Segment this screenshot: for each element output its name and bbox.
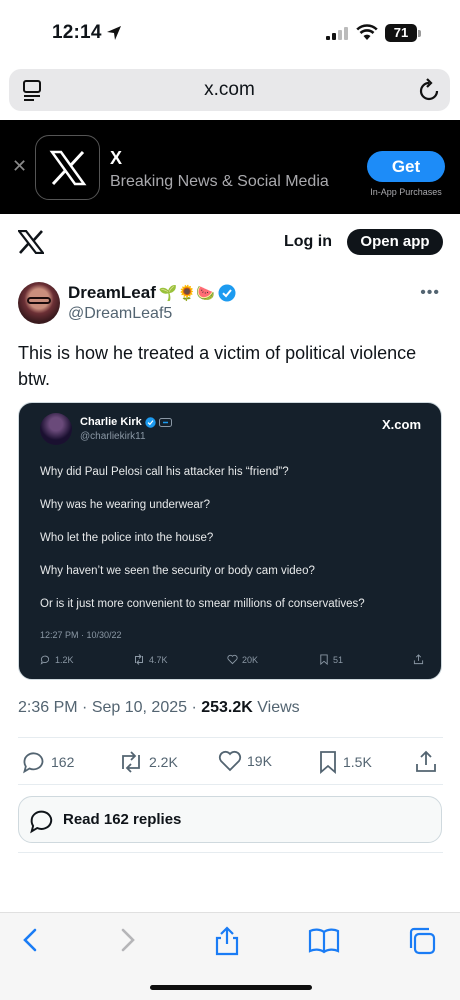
close-icon[interactable]: ✕ <box>12 156 27 177</box>
share-icon[interactable] <box>213 926 241 956</box>
wifi-icon <box>356 24 378 40</box>
share-icon <box>416 750 436 772</box>
display-name-text: DreamLeaf <box>68 283 156 302</box>
app-name: X <box>110 148 123 168</box>
heart-icon <box>227 654 238 665</box>
quoted-share-stat <box>413 654 424 665</box>
open-app-button[interactable]: Open app <box>347 229 443 255</box>
more-options-icon[interactable]: ••• <box>420 284 440 302</box>
tweet-date: Sep 10, 2025 <box>91 699 188 716</box>
x-logo-icon[interactable] <box>18 230 44 254</box>
status-time: 12:14 <box>52 22 102 43</box>
like-count: 19K <box>247 753 272 769</box>
status-bar: 12:14 71 <box>0 0 460 64</box>
quoted-tweet-card[interactable]: Charlie Kirk @charliekirk11 X.com Why di… <box>18 402 442 680</box>
affiliate-badge-icon <box>158 417 172 427</box>
battery-cap <box>418 30 421 37</box>
cellular-signal-icon <box>326 27 348 40</box>
share-button[interactable] <box>414 750 438 774</box>
display-name[interactable]: DreamLeaf 🌱🌻🍉 <box>68 283 236 303</box>
quoted-name: Charlie Kirk <box>80 416 172 428</box>
reply-icon <box>40 655 50 665</box>
avatar[interactable] <box>18 282 60 324</box>
tweet-text: This is how he treated a victim of polit… <box>18 343 417 389</box>
quoted-brand: X.com <box>381 417 421 432</box>
user-handle[interactable]: @DreamLeaf5 <box>68 305 172 323</box>
tabs-icon[interactable] <box>407 926 437 956</box>
views-count: 253.2K <box>201 699 253 716</box>
repost-count: 2.2K <box>149 754 178 770</box>
app-store-banner: ✕ X Breaking News & Social Media Get In-… <box>0 120 460 214</box>
quoted-line: Why haven’t we seen the security or body… <box>40 565 315 577</box>
divider <box>18 852 443 853</box>
url-text[interactable]: x.com <box>9 79 450 101</box>
forward-icon[interactable] <box>116 926 140 954</box>
tweet-time: 2:36 PM <box>18 699 78 716</box>
quoted-line: Why was he wearing underwear? <box>40 499 211 511</box>
quoted-reply-count: 1.2K <box>55 654 74 665</box>
quoted-handle: @charliekirk11 <box>80 431 146 442</box>
divider <box>18 737 443 738</box>
quoted-bookmark-count: 51 <box>333 654 344 665</box>
x-logo-icon <box>49 150 87 186</box>
quoted-like-count: 20K <box>242 654 259 665</box>
verified-badge-icon <box>218 284 236 302</box>
views-label: Views <box>257 699 300 716</box>
bookmark-button[interactable]: 1.5K <box>318 750 372 774</box>
quoted-like-stat: 20K <box>227 654 258 665</box>
quoted-line: Or is it just more convenient to smear m… <box>40 598 365 610</box>
tweet-meta: 2:36 PM · Sep 10, 2025 · 253.2K Views <box>18 699 300 716</box>
repost-icon <box>135 654 143 665</box>
quoted-reply-stat: 1.2K <box>40 654 74 665</box>
bookmark-icon <box>320 751 336 774</box>
reply-button[interactable]: 162 <box>22 750 74 774</box>
read-replies-label: Read 162 replies <box>63 811 182 828</box>
x-app-icon <box>35 135 100 200</box>
home-indicator <box>150 985 312 990</box>
reply-bubble-icon <box>30 810 53 834</box>
share-icon <box>413 654 424 665</box>
quoted-repost-count: 4.7K <box>149 654 168 665</box>
name-emojis: 🌱🌻🍉 <box>158 285 215 302</box>
bookmarks-book-icon[interactable] <box>308 926 340 954</box>
repost-icon <box>122 751 140 773</box>
location-arrow-icon <box>107 26 121 40</box>
read-replies-button[interactable]: Read 162 replies <box>18 796 442 843</box>
quoted-bookmark-stat: 51 <box>319 654 343 665</box>
app-subtitle: Breaking News & Social Media <box>110 173 329 190</box>
quoted-name-text: Charlie Kirk <box>80 416 142 428</box>
battery-indicator: 71 <box>385 24 417 42</box>
heart-icon <box>218 750 242 772</box>
like-button[interactable]: 19K <box>218 750 272 772</box>
quoted-avatar <box>40 413 72 445</box>
reply-count: 162 <box>51 754 75 770</box>
quoted-line: Why did Paul Pelosi call his attacker hi… <box>40 466 289 478</box>
reply-icon <box>23 752 44 774</box>
back-icon[interactable] <box>18 926 42 954</box>
bookmark-count: 1.5K <box>343 754 372 770</box>
verified-badge-icon <box>145 416 156 428</box>
divider <box>18 784 443 785</box>
quoted-timestamp: 12:27 PM · 10/30/22 <box>40 630 122 640</box>
in-app-purchases-label: In-App Purchases <box>370 187 442 197</box>
x-header: Log in Open app <box>0 215 460 269</box>
bookmark-icon <box>320 654 328 665</box>
address-bar[interactable]: x.com <box>9 69 450 111</box>
quoted-repost-stat: 4.7K <box>133 654 168 665</box>
reload-icon[interactable] <box>418 78 440 102</box>
login-link[interactable]: Log in <box>284 233 332 251</box>
get-button[interactable]: Get <box>367 151 445 182</box>
quoted-line: Who let the police into the house? <box>40 532 214 544</box>
repost-button[interactable]: 2.2K <box>118 750 178 774</box>
